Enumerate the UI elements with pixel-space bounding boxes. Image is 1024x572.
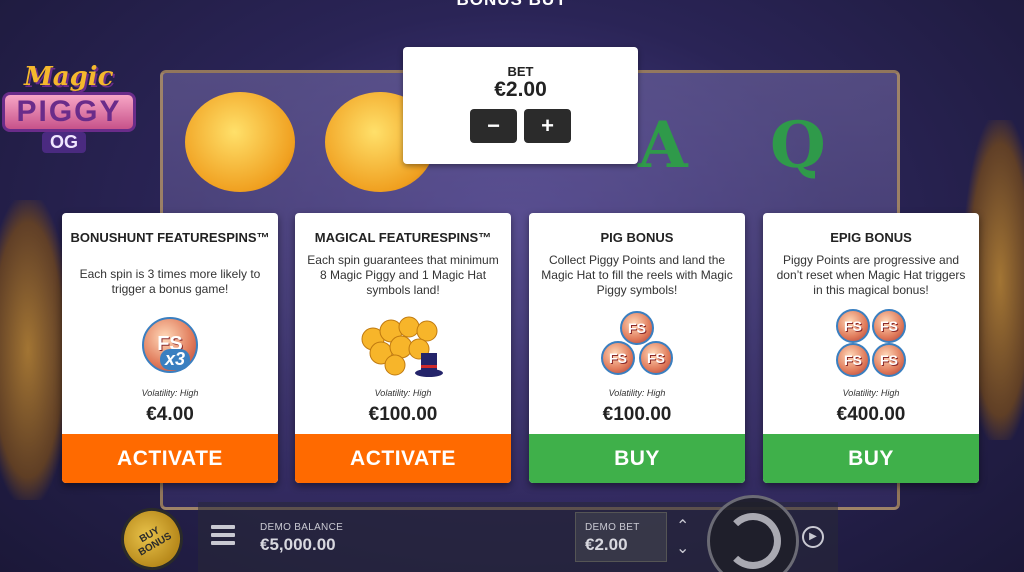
volatility-label: Volatility: High: [842, 388, 900, 398]
activate-magical-featurespins-button[interactable]: ACTIVATE: [295, 434, 511, 483]
featurespins-x3-icon: FS x3: [62, 309, 278, 381]
fs-token-icon: FS: [836, 309, 870, 343]
bonus-card-magical-featurespins: MAGICAL FEATURESPINS™ Each spin guarante…: [295, 213, 511, 483]
logo-magic: Magic: [24, 62, 114, 92]
coin-pile-left: [0, 200, 70, 500]
piggy-cluster-icon: [361, 316, 443, 377]
activate-bonushunt-button[interactable]: ACTIVATE: [62, 434, 278, 483]
reel-symbol-a: A: [638, 108, 688, 183]
fs-token-icon: FS: [601, 341, 635, 375]
card-description: Each spin is 3 times more likely to trig…: [79, 267, 261, 296]
card-price: €100.00: [368, 404, 438, 425]
volatility-label: Volatility: High: [374, 388, 432, 398]
card-title: MAGICAL FEATURESPINS™: [314, 230, 492, 245]
card-title: PIG BONUS: [600, 230, 674, 245]
bet-value: €2.00: [494, 78, 547, 101]
volatility-label: Volatility: High: [141, 388, 199, 398]
piggy-symbol: [185, 92, 295, 192]
reel-symbol-q: Q: [770, 108, 826, 183]
bonus-card-bonushunt: BONUSHUNT FEATURESPINS™ Each spin is 3 t…: [62, 213, 278, 483]
demo-bet-value: €2.00: [585, 535, 628, 554]
buy-epig-bonus-button[interactable]: BUY: [763, 434, 979, 483]
card-description: Collect Piggy Points and land the Magic …: [541, 253, 733, 297]
hamburger-menu-icon[interactable]: [211, 525, 235, 545]
fs-token-icon: FS: [639, 341, 673, 375]
balance-value: €5,000.00: [260, 535, 336, 554]
game-logo: Magic PIGGY OG: [2, 62, 136, 154]
chevron-up-icon[interactable]: ⌃: [676, 516, 689, 536]
logo-og: OG: [42, 132, 87, 153]
bonus-card-pig-bonus: PIG BONUS Collect Piggy Points and land …: [529, 213, 745, 483]
card-description: Piggy Points are progressive and don’t r…: [776, 253, 966, 297]
bet-label: BET: [507, 64, 534, 79]
screen-title: BONUS BUY: [0, 0, 1024, 10]
fs-token-icon: FS: [620, 311, 654, 345]
buy-pig-bonus-button[interactable]: BUY: [529, 434, 745, 483]
volatility-label: Volatility: High: [608, 388, 666, 398]
autoplay-icon[interactable]: ▶: [802, 526, 824, 548]
decrease-bet-button[interactable]: −: [470, 109, 517, 143]
fs-token-icon: FS: [872, 309, 906, 343]
balance-label: DEMO BALANCE: [260, 522, 344, 533]
fs-token-icon: FS: [836, 343, 870, 377]
magic-piggies-hat-icon: [295, 309, 511, 381]
chevron-down-icon[interactable]: ⌄: [676, 538, 689, 558]
fs-tokens-three-icon: FS FS FS: [529, 309, 745, 381]
card-title: EPIG BONUS: [830, 230, 912, 245]
logo-piggy: PIGGY: [2, 92, 136, 132]
card-price: €400.00: [836, 404, 906, 425]
fs-tokens-four-icon: FS FS FS FS: [763, 309, 979, 381]
fs-token-icon: FS: [872, 343, 906, 377]
card-title: BONUSHUNT FEATURESPINS™: [70, 230, 270, 245]
card-price: €4.00: [146, 404, 194, 425]
bet-panel: BET €2.00 − +: [403, 47, 638, 164]
spin-arrow-icon: [725, 513, 781, 569]
card-description: Each spin guarantees that minimum 8 Magi…: [307, 253, 499, 297]
multiplier-badge: x3: [160, 349, 191, 370]
demo-bet-label: DEMO BET: [585, 522, 640, 533]
bonus-card-epig-bonus: EPIG BONUS Piggy Points are progressive …: [763, 213, 979, 483]
card-price: €100.00: [602, 404, 672, 425]
increase-bet-button[interactable]: +: [524, 109, 571, 143]
